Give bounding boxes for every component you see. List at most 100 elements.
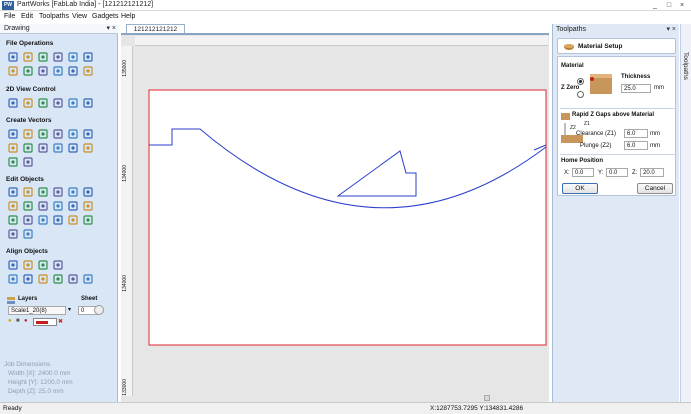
menu-file[interactable]: File bbox=[4, 13, 15, 20]
zoom-box-icon[interactable] bbox=[38, 98, 48, 108]
subtract-icon[interactable] bbox=[53, 201, 63, 211]
distort-icon[interactable] bbox=[68, 187, 78, 197]
minimize-button[interactable]: _ bbox=[650, 1, 660, 10]
scale-icon[interactable] bbox=[23, 187, 33, 197]
node-icon[interactable] bbox=[83, 143, 93, 153]
save-file-icon[interactable] bbox=[38, 52, 48, 62]
home-z-input[interactable]: 20.0 bbox=[640, 168, 664, 177]
weld-icon[interactable] bbox=[38, 201, 48, 211]
copy-icon[interactable] bbox=[38, 66, 48, 76]
zoom-extents-icon[interactable] bbox=[8, 98, 18, 108]
folder-icon[interactable] bbox=[83, 52, 93, 62]
menu-edit[interactable]: Edit bbox=[21, 13, 33, 20]
intersect-icon[interactable] bbox=[68, 201, 78, 211]
dimension-icon[interactable] bbox=[38, 143, 48, 153]
layers-icon bbox=[7, 297, 15, 304]
trim-icon[interactable] bbox=[8, 201, 18, 211]
ok-button[interactable]: OK bbox=[562, 183, 598, 194]
plunge-input[interactable]: 6.0 bbox=[624, 141, 648, 150]
align-bottom-icon[interactable] bbox=[23, 274, 33, 284]
clearance-input[interactable]: 6.0 bbox=[624, 129, 648, 138]
home-y-input[interactable]: 0.0 bbox=[606, 168, 628, 177]
select-icon[interactable] bbox=[8, 66, 18, 76]
bend-icon[interactable] bbox=[83, 215, 93, 225]
distribute-h-icon[interactable] bbox=[38, 274, 48, 284]
close-icon[interactable] bbox=[38, 215, 48, 225]
scroll-thumb[interactable] bbox=[484, 395, 490, 401]
extend-icon[interactable] bbox=[23, 215, 33, 225]
arc-icon[interactable] bbox=[83, 129, 93, 139]
bulb-icon[interactable]: ● bbox=[8, 318, 12, 324]
menu-help[interactable]: Help bbox=[121, 13, 135, 20]
align-top-icon[interactable] bbox=[53, 260, 63, 270]
offset-icon[interactable] bbox=[83, 201, 93, 211]
menu-toolpaths[interactable]: Toolpaths bbox=[39, 13, 69, 20]
zzero-bottom-radio[interactable] bbox=[577, 91, 584, 98]
ellipse-icon[interactable] bbox=[8, 129, 18, 139]
circle-icon[interactable] bbox=[23, 129, 33, 139]
material-boundary[interactable] bbox=[148, 89, 547, 346]
cursor-coordinates: X:1287753.7295 Y:134831.4286 bbox=[430, 405, 524, 412]
new-file-icon[interactable] bbox=[8, 52, 18, 62]
align-center-icon[interactable] bbox=[23, 260, 33, 270]
align-middle-icon[interactable] bbox=[8, 274, 18, 284]
text-icon[interactable] bbox=[8, 143, 18, 153]
pin-icon[interactable]: ▾ × bbox=[106, 24, 116, 34]
redo-icon[interactable] bbox=[83, 66, 93, 76]
menu-view[interactable]: View bbox=[72, 13, 87, 20]
zoom-in-icon[interactable] bbox=[23, 98, 33, 108]
rectangle-icon[interactable] bbox=[38, 129, 48, 139]
align-left-icon[interactable] bbox=[8, 260, 18, 270]
export-icon[interactable] bbox=[68, 52, 78, 62]
move-icon[interactable] bbox=[8, 187, 18, 197]
join-icon[interactable] bbox=[23, 201, 33, 211]
drawing-canvas[interactable] bbox=[134, 47, 547, 396]
center-page-icon[interactable] bbox=[68, 274, 78, 284]
mirror-icon[interactable] bbox=[53, 187, 63, 197]
open-file-icon[interactable] bbox=[23, 52, 33, 62]
view-3d-icon[interactable] bbox=[68, 98, 78, 108]
delete-layer-icon[interactable]: ✖ bbox=[58, 318, 63, 325]
maximize-button[interactable]: □ bbox=[664, 1, 674, 10]
align-right-icon[interactable] bbox=[38, 260, 48, 270]
clearance-label: Clearance (Z1) bbox=[576, 131, 617, 137]
home-x-input[interactable]: 0.0 bbox=[572, 168, 594, 177]
table-icon[interactable] bbox=[53, 143, 63, 153]
cancel-button[interactable]: Cancel bbox=[637, 183, 673, 194]
close-button[interactable]: × bbox=[677, 1, 687, 10]
import-icon[interactable] bbox=[53, 52, 63, 62]
ruler-left-label: 134000 bbox=[122, 165, 128, 182]
align-page-icon[interactable] bbox=[83, 274, 93, 284]
view-2d-icon[interactable] bbox=[83, 98, 93, 108]
toolpaths-side-tab[interactable]: Toolpaths bbox=[680, 24, 691, 402]
paste-icon[interactable] bbox=[53, 66, 63, 76]
layer-color-picker[interactable] bbox=[33, 318, 57, 326]
sheet-nav-icon[interactable] bbox=[94, 305, 104, 315]
undo-icon[interactable] bbox=[68, 66, 78, 76]
group-icon[interactable] bbox=[8, 229, 18, 239]
lock-icon[interactable]: ■ bbox=[16, 318, 20, 324]
fillet-icon[interactable] bbox=[8, 215, 18, 225]
record-icon[interactable]: ● bbox=[24, 318, 28, 324]
zoom-out-icon[interactable] bbox=[53, 98, 63, 108]
text-on-curve-icon[interactable] bbox=[23, 143, 33, 153]
rotate-icon[interactable] bbox=[38, 187, 48, 197]
thickness-input[interactable]: 25.0 bbox=[621, 84, 651, 93]
distribute-v-icon[interactable] bbox=[53, 274, 63, 284]
node-edit-icon[interactable] bbox=[83, 187, 93, 197]
grid-icon[interactable] bbox=[68, 143, 78, 153]
layer-dropdown-icon[interactable]: ▾ bbox=[68, 306, 71, 313]
curve-icon[interactable] bbox=[23, 157, 33, 167]
cut-icon[interactable] bbox=[23, 66, 33, 76]
zzero-top-radio[interactable] bbox=[577, 78, 584, 85]
star-icon[interactable] bbox=[68, 129, 78, 139]
ungroup-icon[interactable] bbox=[23, 229, 33, 239]
layer-select[interactable]: Scale1_20(8) bbox=[8, 306, 66, 315]
smooth-icon[interactable] bbox=[53, 215, 63, 225]
draw-tool-icon[interactable] bbox=[8, 157, 18, 167]
divide-icon[interactable] bbox=[68, 215, 78, 225]
drawing-svg[interactable] bbox=[134, 47, 547, 396]
menu-gadgets[interactable]: Gadgets bbox=[92, 13, 118, 20]
pin-icon[interactable]: ▾ × bbox=[666, 25, 676, 33]
polygon-icon[interactable] bbox=[53, 129, 63, 139]
